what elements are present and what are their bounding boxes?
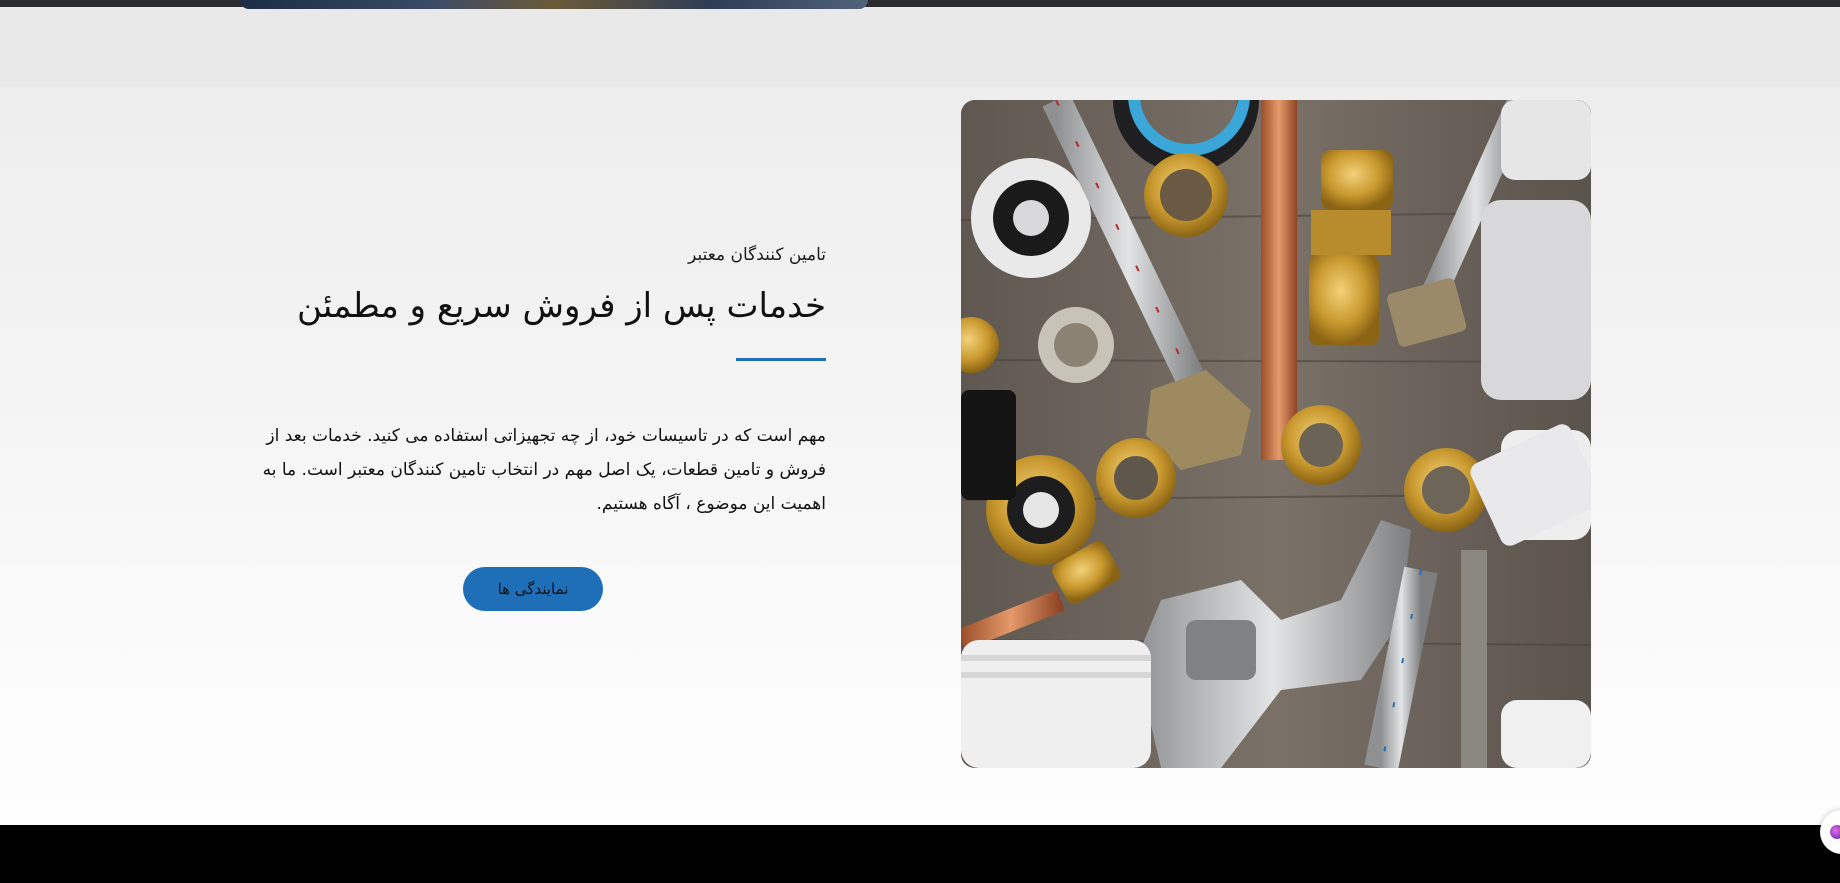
section-heading: خدمات پس از فروش سریع و مطمئن	[296, 286, 826, 326]
chat-widget-icon	[1830, 825, 1840, 839]
page: تامین کنندگان معتبر خدمات پس از فروش سری…	[0, 0, 1840, 883]
supplier-text-block: تامین کنندگان معتبر خدمات پس از فروش سری…	[240, 240, 826, 521]
heading-divider	[736, 358, 826, 361]
footer	[0, 825, 1840, 883]
plumbing-fittings-photo	[961, 100, 1591, 768]
top-band	[0, 7, 1840, 87]
section-eyebrow: تامین کنندگان معتبر	[688, 245, 826, 265]
plumbing-fittings-illustration	[961, 100, 1591, 768]
representatives-button[interactable]: نمایندگی ها	[463, 567, 603, 611]
previous-section-image-edge	[240, 0, 868, 9]
section-body-text: مهم است که در تاسیسات خود، از چه تجهیزات…	[262, 426, 826, 514]
